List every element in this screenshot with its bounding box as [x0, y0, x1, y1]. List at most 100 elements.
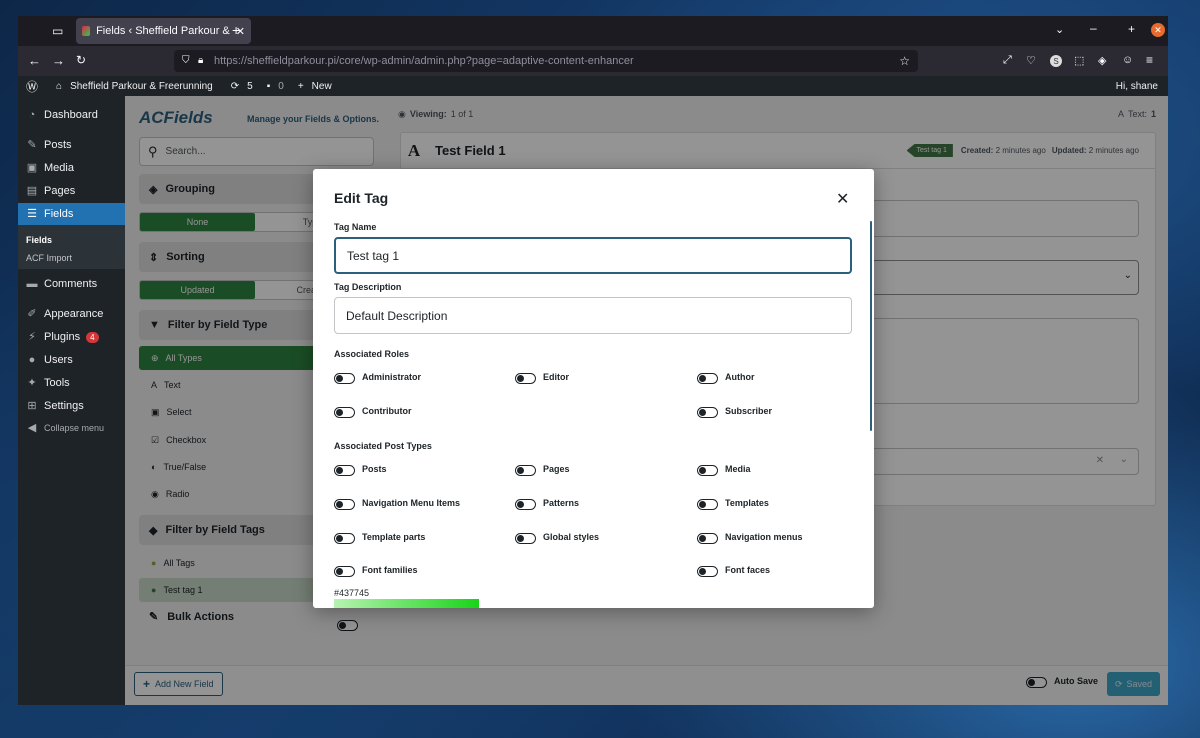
- pages-icon: ▤: [26, 185, 38, 197]
- tab-bar: ▭ Fields ‹ Sheffield Parkour & ✕ + ⌄ – +…: [18, 16, 1168, 46]
- toggle-label: Administrator: [362, 372, 422, 382]
- tag-name-value: Test tag 1: [347, 248, 400, 263]
- dashboard-icon: ◔: [28, 109, 36, 121]
- close-window-icon[interactable]: ✕: [1151, 23, 1165, 37]
- role-toggle-author[interactable]: Author: [697, 370, 755, 384]
- role-toggle-editor[interactable]: Editor: [515, 370, 569, 384]
- toggle-label: Global styles: [543, 532, 600, 542]
- back-icon[interactable]: ←: [28, 53, 41, 68]
- new-link[interactable]: New: [312, 81, 332, 92]
- wordpress-logo-icon[interactable]: Ⓦ: [26, 78, 38, 95]
- list-tabs-icon[interactable]: ⌄: [1055, 23, 1064, 36]
- toggle-label: Navigation menus: [725, 532, 803, 542]
- updates-icon[interactable]: ⟳: [231, 81, 239, 92]
- tracking-shield-icon[interactable]: ⛉: [182, 55, 190, 66]
- tag-name-input[interactable]: Test tag 1: [334, 237, 852, 274]
- posttype-toggle-font-faces[interactable]: Font faces: [697, 563, 770, 577]
- posttype-toggle-template-parts[interactable]: Template parts: [334, 530, 425, 544]
- url-host: https://sheffieldparkour.pi: [214, 55, 337, 67]
- new-tab-button[interactable]: +: [232, 22, 240, 38]
- comments-count[interactable]: 0: [278, 81, 284, 92]
- close-icon[interactable]: ✕: [836, 189, 849, 209]
- sidebar-item-fields[interactable]: ☰ Fields: [18, 203, 125, 225]
- tab-title: Fields ‹ Sheffield Parkour &: [96, 25, 230, 37]
- sidebar-item-label: Collapse menu: [44, 423, 105, 433]
- url-path: /core/wp-admin/admin.php?page=adaptive-c…: [336, 55, 634, 67]
- fields-icon: ☰: [27, 208, 37, 220]
- sidebar-item-media[interactable]: ▣ Media: [18, 157, 125, 179]
- posttype-toggle-global-styles[interactable]: Global styles: [515, 530, 599, 544]
- posttype-toggle-navigation-menus[interactable]: Navigation menus: [697, 530, 803, 544]
- comments-icon[interactable]: ▪: [267, 81, 271, 92]
- extensions-icon[interactable]: ⬚: [1074, 54, 1084, 67]
- posttype-toggle-pages[interactable]: Pages: [515, 462, 570, 476]
- extension-s-icon[interactable]: S: [1050, 55, 1062, 67]
- modal-title: Edit Tag: [334, 190, 389, 206]
- role-toggle-contributor[interactable]: Contributor: [334, 404, 412, 418]
- wrench-icon: ✦: [27, 377, 37, 389]
- toggle-label: Contributor: [362, 406, 412, 416]
- tab-overview-icon[interactable]: ▭: [52, 24, 63, 38]
- sidebar-item-collapse[interactable]: ◀ Collapse menu: [18, 417, 125, 439]
- sidebar-item-settings[interactable]: ⊞ Settings: [18, 395, 125, 417]
- user-icon: ●: [28, 354, 36, 366]
- bookmark-star-icon[interactable]: ☆: [899, 54, 910, 68]
- home-icon[interactable]: ⌂: [56, 81, 62, 92]
- minimize-icon[interactable]: –: [1090, 21, 1097, 35]
- sidebar-item-label: Appearance: [44, 308, 104, 320]
- wp-sidebar: ◔ Dashboard ✎ Posts ▣ Media ▤ Pages ☰ Fields …: [18, 96, 125, 705]
- sidebar-item-dashboard[interactable]: ◔ Dashboard: [18, 104, 125, 126]
- posttype-toggle-templates[interactable]: Templates: [697, 496, 769, 510]
- toggle-label: Templates: [725, 498, 769, 508]
- maximize-icon[interactable]: +: [1128, 22, 1135, 36]
- sidebar-item-label: Media: [44, 162, 74, 174]
- role-toggle-subscriber[interactable]: Subscriber: [697, 404, 772, 418]
- posttype-toggle-navigation-menu-items[interactable]: Navigation Menu Items: [334, 496, 460, 510]
- toggle-label: Media: [725, 464, 751, 474]
- submenu-fields[interactable]: Fields: [26, 235, 52, 245]
- sidebar-item-label: Pages: [44, 185, 76, 197]
- posttype-toggle-posts[interactable]: Posts: [334, 462, 387, 476]
- forward-icon[interactable]: →: [52, 53, 65, 68]
- sidebar-item-tools[interactable]: ✦ Tools: [18, 372, 125, 394]
- associated-post-types-label: Associated Post Types: [334, 441, 432, 451]
- color-hex-label: #437745: [334, 588, 370, 598]
- updates-count[interactable]: 5: [247, 81, 253, 92]
- account-icon[interactable]: ☺: [1122, 54, 1133, 66]
- comment-icon: ▬: [26, 278, 38, 290]
- toggle-label: Subscriber: [725, 406, 773, 416]
- fullscreen-icon[interactable]: ⤢: [1003, 54, 1012, 67]
- browser-tab[interactable]: Fields ‹ Sheffield Parkour & ✕: [76, 18, 251, 44]
- posttype-toggle-font-families[interactable]: Font families: [334, 563, 418, 577]
- reload-icon[interactable]: ↻: [76, 53, 86, 67]
- user-greeting[interactable]: Hi, shane: [1116, 81, 1158, 92]
- modal-scrollbar[interactable]: [870, 221, 872, 431]
- sidebar-item-label: Posts: [44, 139, 72, 151]
- sidebar-item-plugins[interactable]: ⚡︎ Plugins 4: [18, 326, 125, 348]
- shield-icon[interactable]: ◈: [1098, 54, 1106, 67]
- sidebar-item-users[interactable]: ● Users: [18, 349, 125, 371]
- submenu-acf-import[interactable]: ACF Import: [26, 253, 72, 263]
- role-toggle-administrator[interactable]: Administrator: [334, 370, 421, 384]
- pocket-icon[interactable]: ♡: [1026, 54, 1036, 67]
- toggle-label: Editor: [543, 372, 569, 382]
- posttype-toggle-media[interactable]: Media: [697, 462, 751, 476]
- hamburger-menu-icon[interactable]: ≡: [1146, 53, 1153, 67]
- sidebar-item-posts[interactable]: ✎ Posts: [18, 134, 125, 156]
- url-bar[interactable]: ⛉ 🔒︎ https://sheffieldparkour.pi/core/wp…: [174, 50, 918, 72]
- sidebar-item-label: Plugins: [44, 331, 81, 343]
- posttype-toggle-patterns[interactable]: Patterns: [515, 496, 579, 510]
- lock-icon[interactable]: 🔒︎: [198, 55, 203, 66]
- sidebar-item-comments[interactable]: ▬ Comments: [18, 273, 125, 295]
- toggle-label: Font faces: [725, 565, 771, 575]
- media-icon: ▣: [26, 162, 38, 174]
- sidebar-item-label: Tools: [44, 377, 70, 389]
- toggle-label: Author: [725, 372, 755, 382]
- tag-description-input[interactable]: Default Description: [334, 297, 852, 334]
- sidebar-item-appearance[interactable]: ✐ Appearance: [18, 303, 125, 325]
- site-name-link[interactable]: Sheffield Parkour & Freerunning: [70, 81, 213, 92]
- color-picker-hue-bar[interactable]: [334, 599, 479, 608]
- plus-icon[interactable]: +: [298, 81, 304, 92]
- brush-icon: ✐: [27, 308, 37, 320]
- sidebar-item-pages[interactable]: ▤ Pages: [18, 180, 125, 202]
